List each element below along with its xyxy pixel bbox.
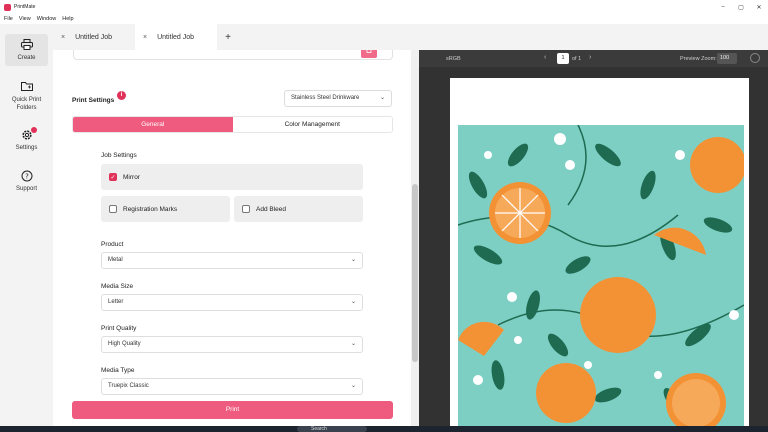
info-icon[interactable]: i: [117, 91, 126, 100]
close-window-button[interactable]: ✕: [750, 0, 768, 14]
svg-text:?: ?: [25, 173, 29, 181]
title-bar: PrintMate – ▢ ✕: [0, 0, 768, 14]
window-title: PrintMate: [14, 4, 36, 10]
job-tabs: × Untitled Job × Untitled Job +: [53, 24, 768, 50]
menu-help[interactable]: Help: [62, 16, 73, 22]
trash-icon: [366, 50, 372, 53]
sidebar-item-support[interactable]: ? Support: [0, 170, 53, 193]
printmate-window: PrintMate – ▢ ✕ File View Window Help × …: [0, 0, 768, 426]
media-size-value: Letter: [108, 299, 124, 305]
artwork-image: [458, 125, 744, 426]
gear-icon: [20, 127, 37, 141]
menu-window[interactable]: Window: [37, 16, 57, 22]
product-value: Metal: [108, 257, 123, 263]
fit-view-icon[interactable]: [750, 53, 760, 63]
sidebar: Create Quick Print Folders Settings ? Su…: [0, 24, 53, 426]
print-settings-label: Print Settings: [72, 97, 115, 104]
page-number-input[interactable]: 1: [557, 53, 569, 64]
print-quality-select[interactable]: High Quality ⌄: [101, 336, 363, 353]
tab-general[interactable]: General: [73, 117, 233, 132]
sidebar-item-label: Create: [17, 55, 36, 61]
sidebar-item-label: Support: [15, 186, 37, 192]
registration-marks-checkbox[interactable]: [109, 205, 117, 213]
menu-file[interactable]: File: [4, 16, 13, 22]
notification-dot: [30, 127, 37, 133]
media-type-label: Media Type: [101, 367, 135, 374]
app-logo-icon: [4, 3, 11, 11]
printer-value: Stainless Steel Drinkware: [291, 95, 360, 101]
close-tab-icon[interactable]: ×: [143, 34, 147, 41]
tab-untitled-job-2[interactable]: × Untitled Job: [135, 24, 217, 50]
taskbar-search[interactable]: Search: [297, 426, 367, 432]
media-size-label: Media Size: [101, 283, 134, 290]
maximize-button[interactable]: ▢: [732, 0, 750, 14]
chevron-down-icon: ⌄: [379, 95, 385, 101]
registration-marks-label: Registration Marks: [123, 205, 178, 213]
sidebar-item-label: Quick Print Folders: [11, 97, 42, 112]
mirror-label: Mirror: [123, 173, 140, 181]
settings-scrollbar[interactable]: [411, 50, 419, 426]
preview-zoom-select[interactable]: 100: [717, 53, 737, 64]
preview-toolbar: sRGB ‹ 1 of 1 › Preview Zoom: 100: [419, 50, 768, 67]
print-quality-value: High Quality: [108, 341, 141, 347]
close-tab-icon[interactable]: ×: [61, 34, 65, 41]
menu-view[interactable]: View: [19, 16, 31, 22]
add-bleed-option[interactable]: Add Bleed: [234, 196, 363, 222]
media-type-value: Truepix Classic: [108, 383, 149, 389]
media-type-select[interactable]: Truepix Classic ⌄: [101, 378, 363, 395]
folder-icon: [20, 81, 34, 93]
mirror-checkbox[interactable]: ✓: [109, 173, 117, 181]
chevron-down-icon: ⌄: [350, 257, 356, 263]
help-circle-icon: ?: [20, 170, 34, 182]
sidebar-item-quick-print-folders[interactable]: Quick Print Folders: [0, 81, 53, 112]
tab-color-management[interactable]: Color Management: [232, 117, 392, 132]
registration-marks-option[interactable]: Registration Marks: [101, 196, 230, 222]
product-label: Product: [101, 241, 124, 248]
menu-bar: File View Window Help: [0, 14, 768, 24]
media-size-select[interactable]: Letter ⌄: [101, 294, 363, 311]
tab-label: Untitled Job: [157, 33, 195, 41]
product-select[interactable]: Metal ⌄: [101, 252, 363, 269]
print-quality-label: Print Quality: [101, 325, 137, 332]
color-space-label: sRGB: [446, 56, 461, 62]
printer-select[interactable]: Stainless Steel Drinkware ⌄: [284, 90, 392, 107]
previous-page-icon[interactable]: ‹: [544, 54, 546, 61]
tab-label: Untitled Job: [75, 33, 113, 41]
print-button[interactable]: Print: [72, 401, 393, 419]
chevron-down-icon: ⌄: [350, 383, 356, 389]
os-taskbar: Search: [0, 426, 768, 432]
delete-button[interactable]: [361, 50, 377, 58]
sidebar-item-label: Settings: [15, 145, 38, 151]
preview-zoom-label: Preview Zoom:: [680, 56, 717, 62]
preview-page: [450, 78, 749, 426]
printer-icon: [20, 39, 34, 51]
minimize-button[interactable]: –: [714, 0, 732, 14]
scrollbar-thumb[interactable]: [412, 184, 418, 362]
page-count: of 1: [572, 56, 582, 62]
add-tab-button[interactable]: +: [217, 24, 239, 50]
sidebar-item-create[interactable]: Create: [5, 34, 48, 67]
previous-field[interactable]: [73, 50, 393, 60]
sidebar-item-settings[interactable]: Settings: [0, 127, 53, 152]
mirror-option[interactable]: ✓ Mirror: [101, 164, 363, 190]
add-bleed-label: Add Bleed: [256, 205, 286, 213]
chevron-down-icon: ⌄: [350, 299, 356, 305]
window-controls: – ▢ ✕: [714, 0, 768, 14]
next-page-icon[interactable]: ›: [589, 54, 591, 61]
chevron-down-icon: ⌄: [350, 341, 356, 347]
add-bleed-checkbox[interactable]: [242, 205, 250, 213]
job-settings-label: Job Settings: [101, 152, 137, 159]
preview-panel: sRGB ‹ 1 of 1 › Preview Zoom: 100: [419, 50, 768, 426]
settings-tabs: General Color Management: [72, 116, 393, 133]
settings-panel: Print Settings i Stainless Steel Drinkwa…: [53, 50, 419, 426]
tab-untitled-job-1[interactable]: × Untitled Job: [53, 24, 135, 50]
